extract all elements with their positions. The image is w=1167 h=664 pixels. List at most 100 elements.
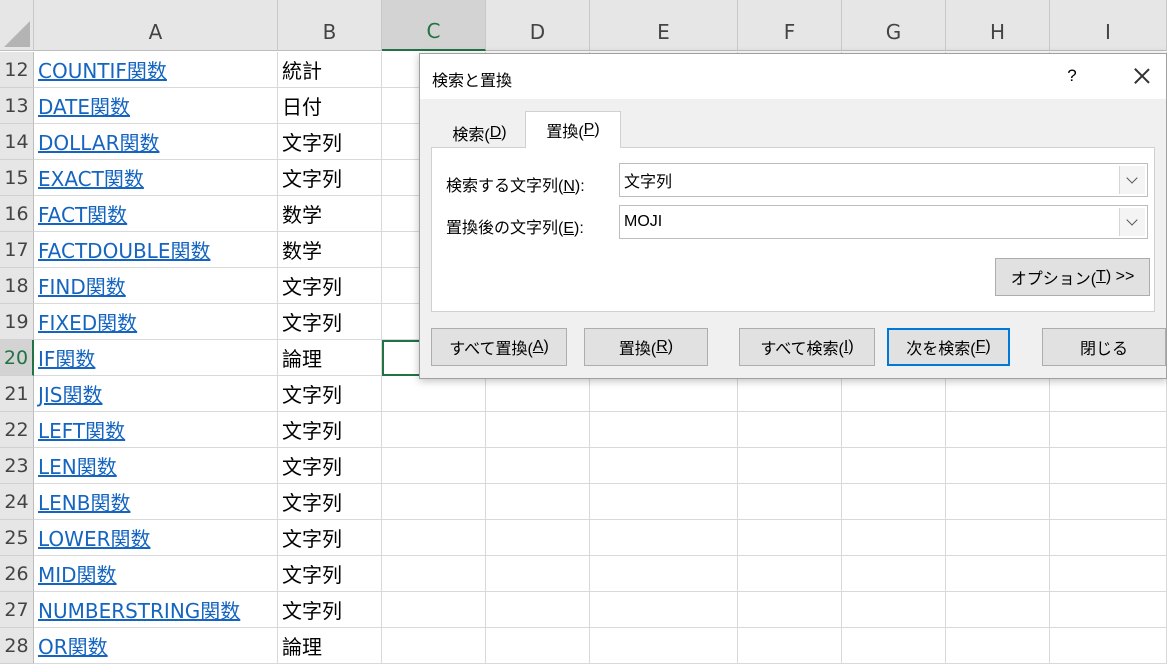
replace-button[interactable]: 置換(R) xyxy=(584,328,708,366)
empty-cell[interactable] xyxy=(1050,448,1167,484)
chevron-down-icon[interactable] xyxy=(1119,208,1145,236)
row-header[interactable]: 18 xyxy=(0,268,34,304)
category-cell[interactable]: 文字列 xyxy=(278,448,382,484)
function-link-cell[interactable]: DATE関数 xyxy=(34,88,278,124)
function-link-cell[interactable]: LEN関数 xyxy=(34,448,278,484)
category-cell[interactable]: 統計 xyxy=(278,52,382,88)
empty-cell[interactable] xyxy=(486,448,590,484)
row-header[interactable]: 12 xyxy=(0,52,34,88)
tab-replace[interactable]: 置換(P) xyxy=(525,111,621,148)
row-header[interactable]: 16 xyxy=(0,196,34,232)
empty-cell[interactable] xyxy=(946,556,1050,592)
empty-cell[interactable] xyxy=(590,520,738,556)
column-header-g[interactable]: G xyxy=(842,0,946,51)
find-next-button[interactable]: 次を検索(F) xyxy=(887,328,1010,366)
empty-cell[interactable] xyxy=(590,448,738,484)
empty-cell[interactable] xyxy=(382,412,486,448)
row-header[interactable]: 14 xyxy=(0,124,34,160)
empty-cell[interactable] xyxy=(842,448,946,484)
empty-cell[interactable] xyxy=(590,556,738,592)
close-icon[interactable] xyxy=(1128,62,1156,90)
row-header[interactable]: 15 xyxy=(0,160,34,196)
close-button[interactable]: 閉じる xyxy=(1042,328,1166,366)
function-link-cell[interactable]: IF関数 xyxy=(34,340,278,376)
replace-with-combobox[interactable] xyxy=(619,205,1148,239)
empty-cell[interactable] xyxy=(738,556,842,592)
empty-cell[interactable] xyxy=(382,376,486,412)
empty-cell[interactable] xyxy=(486,556,590,592)
function-link-cell[interactable]: LENB関数 xyxy=(34,484,278,520)
empty-cell[interactable] xyxy=(1050,484,1167,520)
row-header[interactable]: 21 xyxy=(0,376,34,412)
empty-cell[interactable] xyxy=(738,484,842,520)
select-all-corner[interactable] xyxy=(0,0,34,51)
tab-find[interactable]: 検索(D) xyxy=(434,118,525,148)
row-header[interactable]: 27 xyxy=(0,592,34,628)
category-cell[interactable]: 文字列 xyxy=(278,592,382,628)
row-header[interactable]: 26 xyxy=(0,556,34,592)
empty-cell[interactable] xyxy=(738,412,842,448)
row-header[interactable]: 23 xyxy=(0,448,34,484)
empty-cell[interactable] xyxy=(738,520,842,556)
row-header[interactable]: 19 xyxy=(0,304,34,340)
empty-cell[interactable] xyxy=(946,592,1050,628)
find-all-button[interactable]: すべて検索(I) xyxy=(739,328,875,366)
function-link-cell[interactable]: EXACT関数 xyxy=(34,160,278,196)
empty-cell[interactable] xyxy=(590,376,738,412)
empty-cell[interactable] xyxy=(946,484,1050,520)
empty-cell[interactable] xyxy=(946,448,1050,484)
category-cell[interactable]: 数学 xyxy=(278,196,382,232)
empty-cell[interactable] xyxy=(1050,628,1167,664)
category-cell[interactable]: 文字列 xyxy=(278,376,382,412)
empty-cell[interactable] xyxy=(1050,556,1167,592)
replace-all-button[interactable]: すべて置換(A) xyxy=(431,328,567,366)
row-header[interactable]: 13 xyxy=(0,88,34,124)
function-link-cell[interactable]: OR関数 xyxy=(34,628,278,664)
empty-cell[interactable] xyxy=(946,412,1050,448)
empty-cell[interactable] xyxy=(842,628,946,664)
category-cell[interactable]: 論理 xyxy=(278,340,382,376)
empty-cell[interactable] xyxy=(486,592,590,628)
empty-cell[interactable] xyxy=(842,520,946,556)
function-link-cell[interactable]: FIXED関数 xyxy=(34,304,278,340)
empty-cell[interactable] xyxy=(842,412,946,448)
category-cell[interactable]: 文字列 xyxy=(278,520,382,556)
empty-cell[interactable] xyxy=(382,448,486,484)
empty-cell[interactable] xyxy=(590,412,738,448)
category-cell[interactable]: 文字列 xyxy=(278,268,382,304)
empty-cell[interactable] xyxy=(946,376,1050,412)
category-cell[interactable]: 論理 xyxy=(278,628,382,664)
empty-cell[interactable] xyxy=(382,556,486,592)
empty-cell[interactable] xyxy=(1050,520,1167,556)
column-header-e[interactable]: E xyxy=(590,0,738,51)
category-cell[interactable]: 文字列 xyxy=(278,304,382,340)
chevron-down-icon[interactable] xyxy=(1119,166,1145,194)
empty-cell[interactable] xyxy=(382,628,486,664)
row-header[interactable]: 20 xyxy=(0,340,34,376)
function-link-cell[interactable]: FACTDOUBLE関数 xyxy=(34,232,278,268)
empty-cell[interactable] xyxy=(590,592,738,628)
category-cell[interactable]: 文字列 xyxy=(278,124,382,160)
empty-cell[interactable] xyxy=(382,484,486,520)
category-cell[interactable]: 文字列 xyxy=(278,484,382,520)
empty-cell[interactable] xyxy=(486,412,590,448)
row-header[interactable]: 28 xyxy=(0,628,34,664)
category-cell[interactable]: 文字列 xyxy=(278,160,382,196)
empty-cell[interactable] xyxy=(590,484,738,520)
column-header-c[interactable]: C xyxy=(382,0,486,51)
function-link-cell[interactable]: JIS関数 xyxy=(34,376,278,412)
function-link-cell[interactable]: NUMBERSTRING関数 xyxy=(34,592,278,628)
empty-cell[interactable] xyxy=(738,376,842,412)
empty-cell[interactable] xyxy=(382,592,486,628)
function-link-cell[interactable]: FACT関数 xyxy=(34,196,278,232)
find-what-input[interactable] xyxy=(620,164,1120,196)
options-button[interactable]: オプション(T) >> xyxy=(995,258,1150,296)
empty-cell[interactable] xyxy=(842,592,946,628)
empty-cell[interactable] xyxy=(486,628,590,664)
column-header-d[interactable]: D xyxy=(486,0,590,51)
function-link-cell[interactable]: COUNTIF関数 xyxy=(34,52,278,88)
column-header-h[interactable]: H xyxy=(946,0,1050,51)
empty-cell[interactable] xyxy=(486,520,590,556)
empty-cell[interactable] xyxy=(486,376,590,412)
function-link-cell[interactable]: LEFT関数 xyxy=(34,412,278,448)
